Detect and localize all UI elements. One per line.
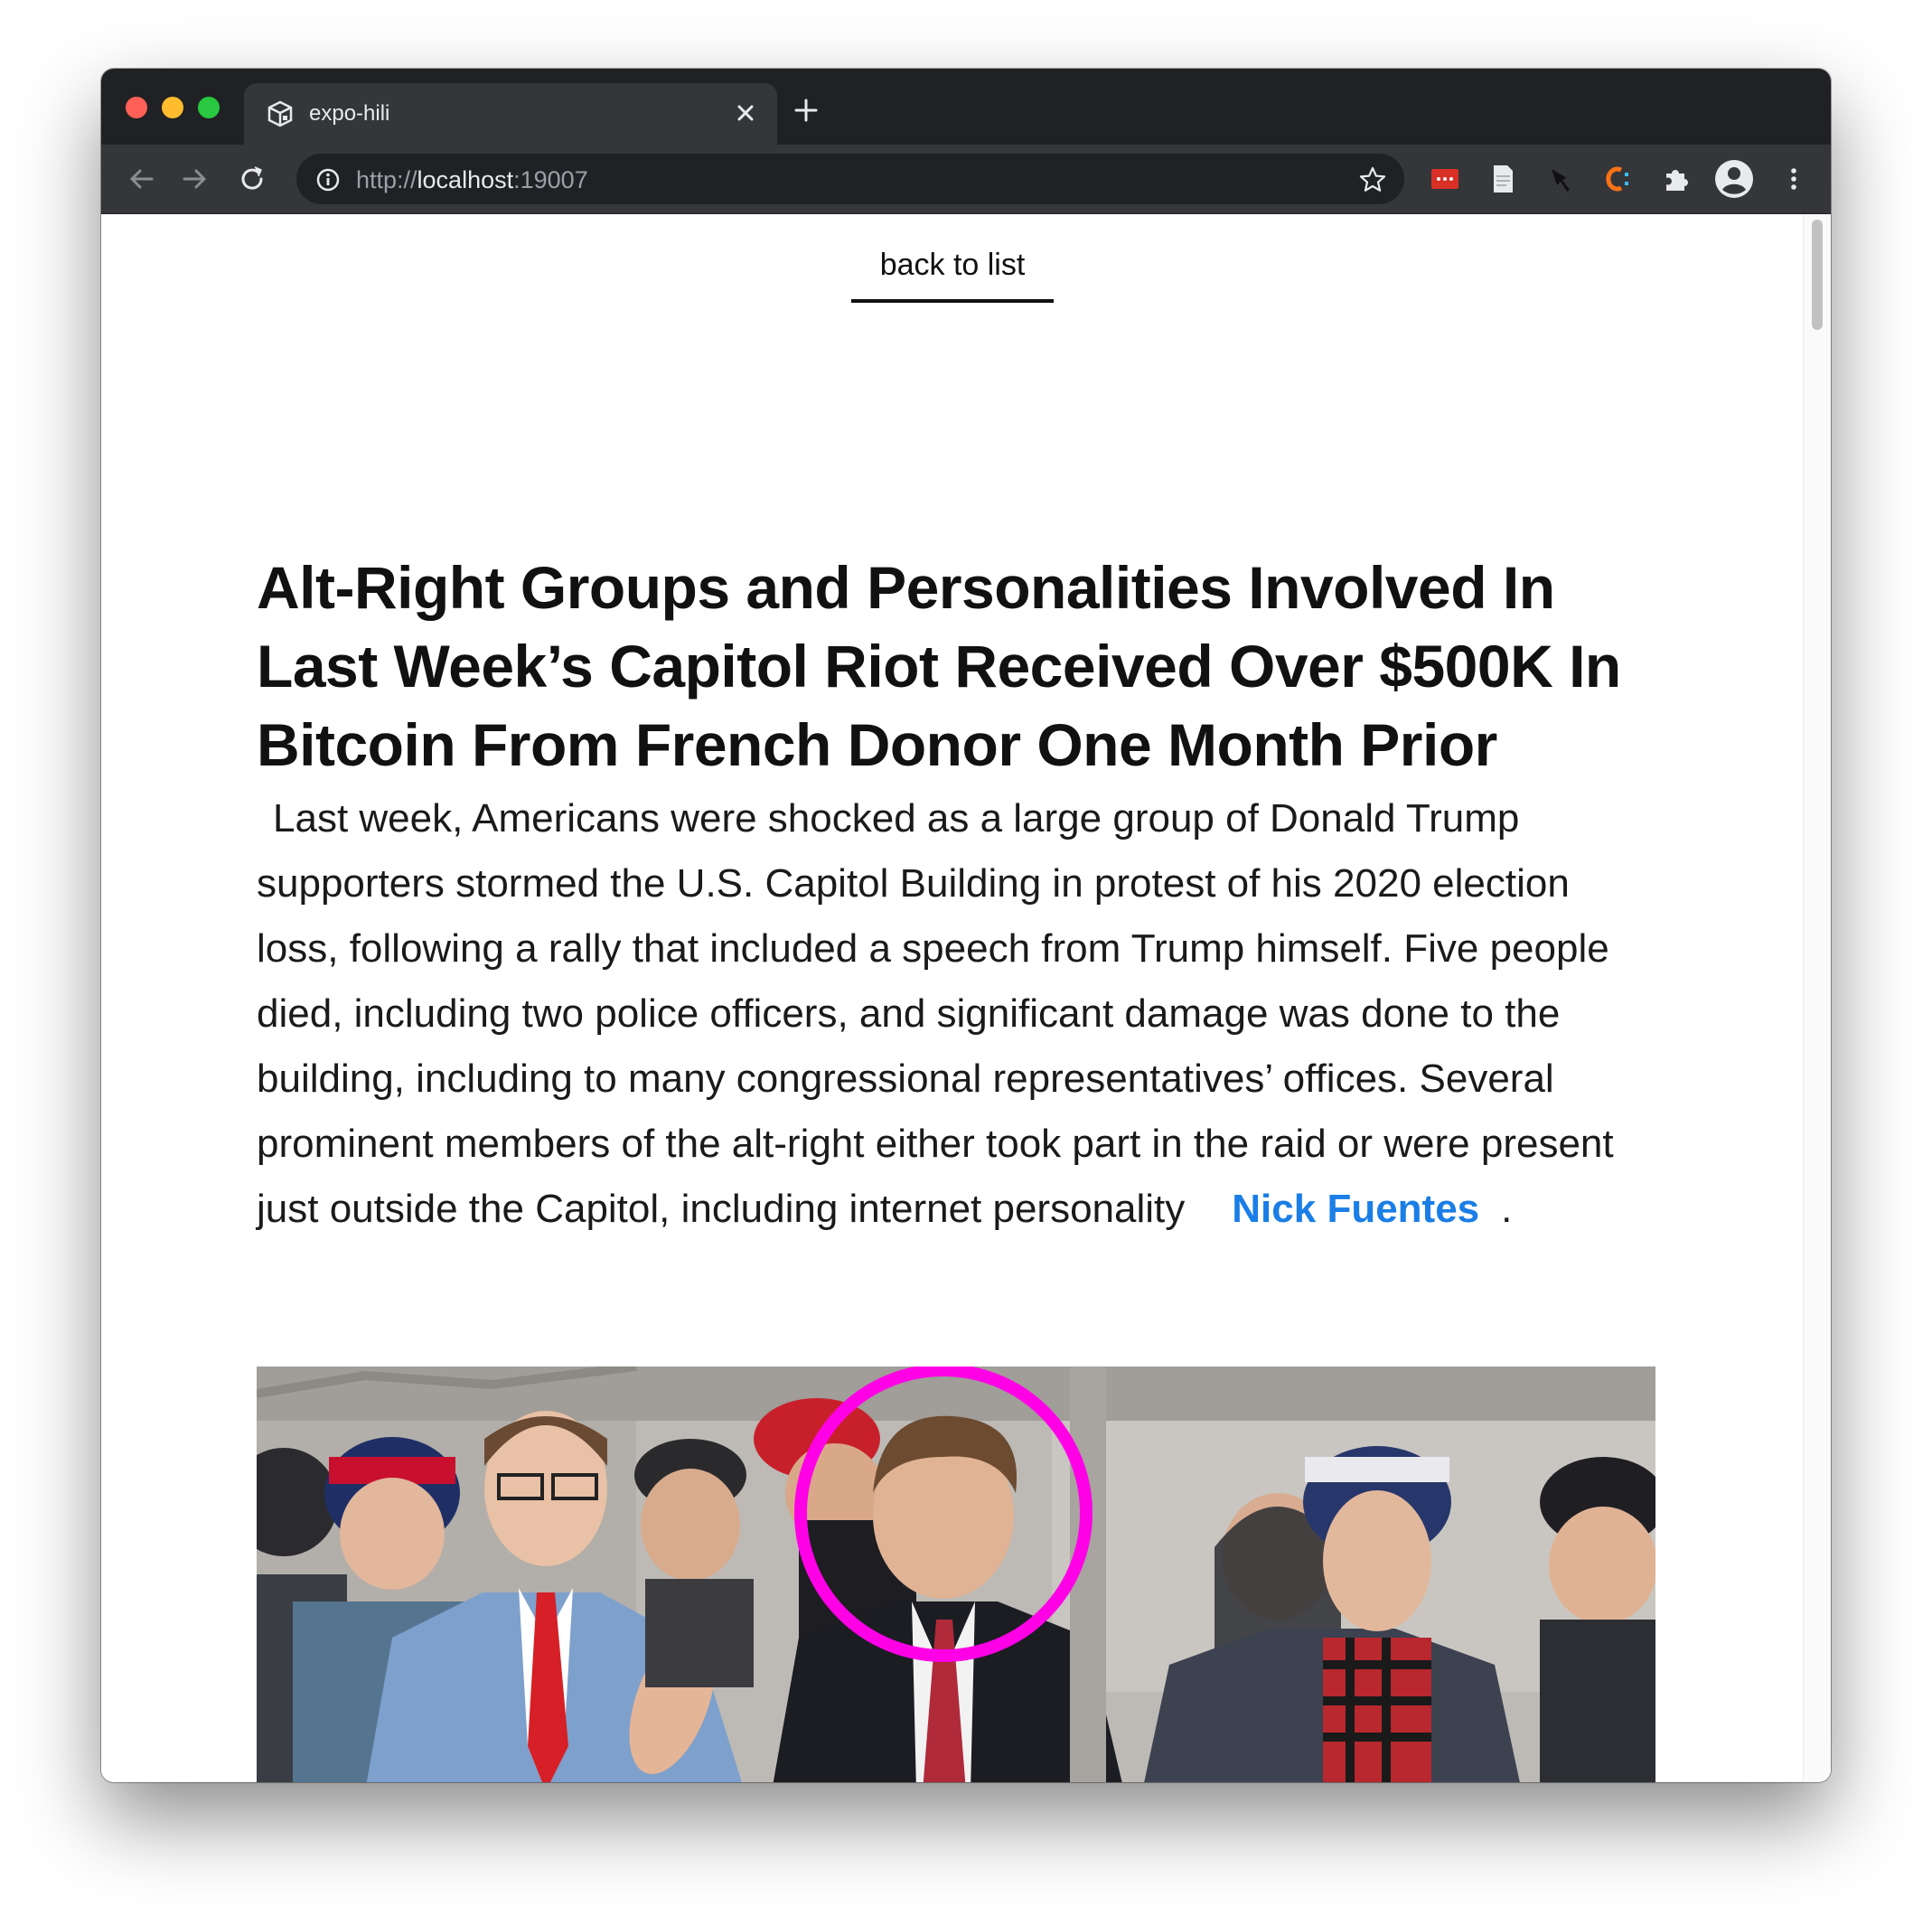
article: Alt-Right Groups and Personalities Invol… bbox=[257, 549, 1655, 1242]
vertical-scrollbar[interactable] bbox=[1803, 214, 1831, 1782]
cube-logo-icon bbox=[267, 100, 293, 127]
browser-toolbar: http://localhost:19007 bbox=[101, 145, 1831, 214]
person-link[interactable]: Nick Fuentes bbox=[1232, 1187, 1479, 1231]
crowd-photo-illustration bbox=[257, 1367, 1655, 1782]
article-body-end: . bbox=[1501, 1187, 1513, 1231]
star-icon[interactable] bbox=[1357, 164, 1388, 195]
avatar-icon[interactable] bbox=[1713, 158, 1755, 200]
back-to-list-link[interactable]: back to list bbox=[851, 247, 1054, 303]
url-scheme: http:// bbox=[356, 166, 417, 193]
plus-icon[interactable] bbox=[788, 92, 824, 128]
more-vertical-icon[interactable] bbox=[1777, 162, 1811, 196]
page-viewport: back to list Alt-Right Groups and Person… bbox=[101, 214, 1831, 1782]
article-body: Last week, Americans were shocked as a l… bbox=[257, 786, 1655, 1242]
tab-expo-hili[interactable]: expo-hili bbox=[244, 83, 777, 145]
password-manager-icon[interactable] bbox=[1428, 162, 1462, 196]
puzzle-icon[interactable] bbox=[1659, 162, 1693, 196]
zoom-window-button[interactable] bbox=[198, 97, 220, 118]
pin-icon[interactable] bbox=[1543, 162, 1578, 196]
article-headline: Alt-Right Groups and Personalities Invol… bbox=[257, 554, 1621, 778]
scrollbar-thumb[interactable] bbox=[1812, 220, 1823, 330]
arrow-right-icon[interactable] bbox=[177, 162, 211, 196]
article-photo bbox=[257, 1367, 1655, 1782]
close-window-button[interactable] bbox=[126, 97, 147, 118]
document-icon[interactable] bbox=[1486, 162, 1520, 196]
tab-strip: expo-hili bbox=[101, 69, 1831, 145]
article-body-text: Last week, Americans were shocked as a l… bbox=[257, 796, 1614, 1231]
c-extension-icon[interactable] bbox=[1601, 162, 1636, 196]
url-port: :19007 bbox=[513, 166, 588, 193]
url-text[interactable]: http://localhost:19007 bbox=[356, 166, 588, 193]
browser-window: expo-hili http://localhost:19007 back to… bbox=[101, 69, 1831, 1782]
reload-icon[interactable] bbox=[235, 162, 269, 196]
address-bar[interactable]: http://localhost:19007 bbox=[296, 154, 1404, 204]
info-icon[interactable] bbox=[314, 166, 342, 193]
close-icon[interactable] bbox=[730, 98, 761, 128]
minimize-window-button[interactable] bbox=[162, 97, 183, 118]
tab-title: expo-hili bbox=[309, 101, 390, 126]
screenshot-canvas: expo-hili http://localhost:19007 back to… bbox=[0, 0, 1932, 1916]
arrow-left-icon[interactable] bbox=[125, 162, 159, 196]
url-host: localhost bbox=[417, 166, 514, 193]
